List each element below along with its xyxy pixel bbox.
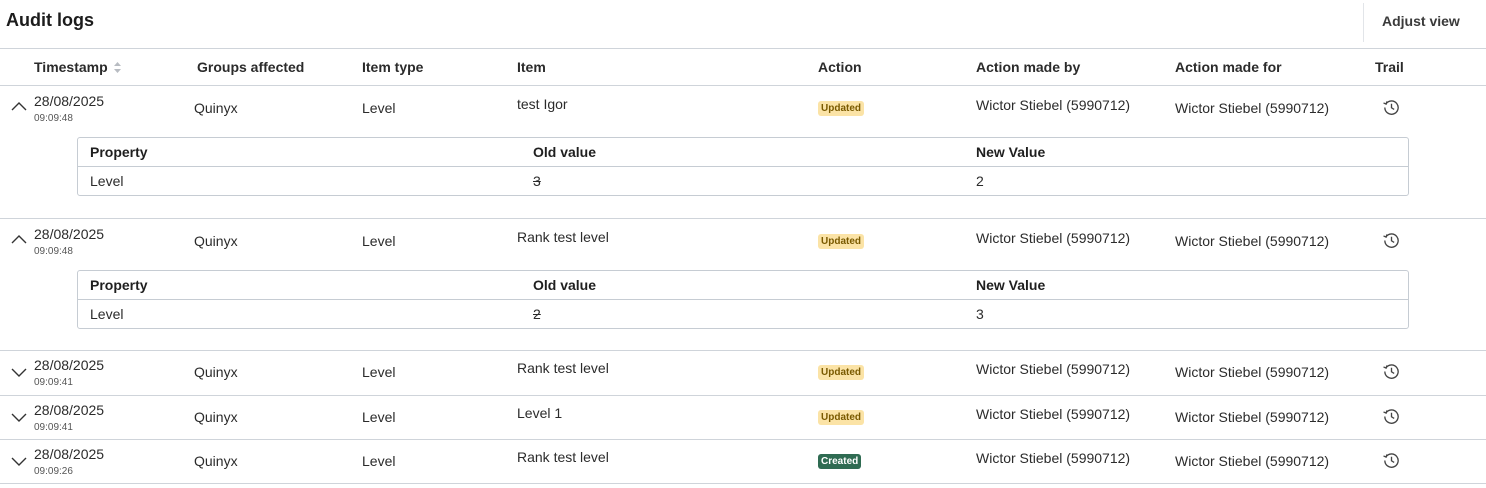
collapse-chevron-icon[interactable] bbox=[10, 98, 28, 116]
detail-column-property: Property bbox=[90, 144, 148, 160]
column-trail: Trail bbox=[1375, 59, 1404, 75]
detail-new-value: 3 bbox=[976, 306, 984, 322]
column-timestamp-label: Timestamp bbox=[34, 59, 108, 75]
sort-icon[interactable] bbox=[113, 60, 121, 76]
item-type-cell: Level bbox=[362, 233, 396, 249]
groups-affected-cell: Quinyx bbox=[194, 364, 238, 380]
timestamp-date: 28/08/2025 bbox=[34, 402, 105, 418]
collapse-chevron-icon[interactable] bbox=[10, 231, 28, 249]
change-detail-table: Property Old value New Value Level 2 3 bbox=[77, 270, 1409, 329]
detail-new-value: 2 bbox=[976, 173, 984, 189]
item-type-cell: Level bbox=[362, 364, 396, 380]
groups-affected-cell: Quinyx bbox=[194, 409, 238, 425]
timestamp-time: 09:09:48 bbox=[34, 246, 73, 257]
item-cell: test Igor bbox=[517, 96, 568, 112]
column-action: Action bbox=[818, 59, 862, 75]
page-title: Audit logs bbox=[6, 10, 94, 30]
detail-column-property: Property bbox=[90, 277, 148, 293]
action-badge: Updated bbox=[818, 234, 864, 249]
detail-column-old-value: Old value bbox=[533, 277, 597, 293]
table-row[interactable]: 28/08/2025 09:09:48 Quinyx Level test Igor Up… bbox=[0, 86, 1486, 219]
action-made-by-cell: Wictor Stiebel (5990712) bbox=[976, 361, 1131, 377]
action-made-for-cell: Wictor Stiebel (5990712) bbox=[1175, 453, 1330, 469]
groups-affected-cell: Quinyx bbox=[194, 233, 238, 249]
header-divider bbox=[1363, 3, 1364, 42]
timestamp-date: 28/08/2025 bbox=[34, 93, 105, 109]
history-icon[interactable] bbox=[1382, 98, 1401, 117]
column-item-type: Item type bbox=[362, 59, 424, 75]
item-cell: Rank test level bbox=[517, 360, 609, 376]
item-type-cell: Level bbox=[362, 453, 396, 469]
action-badge: Updated bbox=[818, 365, 864, 380]
timestamp-time: 09:09:41 bbox=[34, 377, 73, 388]
column-action-made-for: Action made for bbox=[1175, 59, 1282, 75]
action-made-by-cell: Wictor Stiebel (5990712) bbox=[976, 230, 1131, 246]
timestamp-date: 28/08/2025 bbox=[34, 446, 105, 462]
groups-affected-cell: Quinyx bbox=[194, 453, 238, 469]
change-detail-header: Property Old value New Value bbox=[78, 271, 1408, 300]
change-detail-header: Property Old value New Value bbox=[78, 138, 1408, 167]
adjust-view-button[interactable]: Adjust view bbox=[1382, 13, 1460, 29]
change-detail-table: Property Old value New Value Level 3 2 bbox=[77, 137, 1409, 196]
table-row[interactable]: 28/08/2025 09:09:41 Quinyx Level Rank test l… bbox=[0, 351, 1486, 396]
action-made-for-cell: Wictor Stiebel (5990712) bbox=[1175, 100, 1330, 116]
history-icon[interactable] bbox=[1382, 231, 1401, 250]
detail-property-value: Level bbox=[90, 306, 124, 322]
action-badge: Updated bbox=[818, 410, 864, 425]
column-timestamp[interactable]: Timestamp bbox=[34, 59, 121, 76]
column-action-made-by: Action made by bbox=[976, 59, 1081, 75]
timestamp-time: 09:09:26 bbox=[34, 466, 73, 477]
action-made-by-cell: Wictor Stiebel (5990712) bbox=[976, 97, 1131, 113]
detail-old-value: 3 bbox=[533, 173, 541, 189]
action-badge: Created bbox=[818, 454, 862, 469]
action-made-by-cell: Wictor Stiebel (5990712) bbox=[976, 406, 1131, 422]
detail-column-new-value: New Value bbox=[976, 144, 1046, 160]
expand-chevron-icon[interactable] bbox=[10, 452, 28, 470]
action-badge: Updated bbox=[818, 101, 864, 116]
column-groups-affected: Groups affected bbox=[197, 59, 305, 75]
item-cell: Rank test level bbox=[517, 449, 609, 465]
table-row[interactable]: 28/08/2025 09:09:26 Quinyx Level Rank test l… bbox=[0, 440, 1486, 484]
history-icon[interactable] bbox=[1382, 407, 1401, 426]
timestamp-time: 09:09:48 bbox=[34, 113, 73, 124]
timestamp-time: 09:09:41 bbox=[34, 422, 73, 433]
timestamp-date: 28/08/2025 bbox=[34, 357, 105, 373]
item-type-cell: Level bbox=[362, 409, 396, 425]
history-icon[interactable] bbox=[1382, 362, 1401, 381]
table-row[interactable]: 28/08/2025 09:09:48 Quinyx Level Rank test l… bbox=[0, 219, 1486, 351]
item-type-cell: Level bbox=[362, 100, 396, 116]
detail-column-new-value: New Value bbox=[976, 277, 1046, 293]
action-made-for-cell: Wictor Stiebel (5990712) bbox=[1175, 409, 1330, 425]
detail-old-value: 2 bbox=[533, 306, 541, 322]
action-made-by-cell: Wictor Stiebel (5990712) bbox=[976, 450, 1131, 466]
history-icon[interactable] bbox=[1382, 451, 1401, 470]
column-item: Item bbox=[517, 59, 546, 75]
groups-affected-cell: Quinyx bbox=[194, 100, 238, 116]
table-row[interactable]: 28/08/2025 09:09:41 Quinyx Level Level 1 Upda… bbox=[0, 396, 1486, 440]
action-made-for-cell: Wictor Stiebel (5990712) bbox=[1175, 233, 1330, 249]
item-cell: Rank test level bbox=[517, 229, 609, 245]
table-header: Timestamp Groups affected Item type Item… bbox=[0, 49, 1486, 86]
page-header: Audit logs Adjust view bbox=[0, 0, 1486, 49]
timestamp-date: 28/08/2025 bbox=[34, 226, 105, 242]
action-made-for-cell: Wictor Stiebel (5990712) bbox=[1175, 364, 1330, 380]
item-cell: Level 1 bbox=[517, 405, 563, 421]
detail-property-value: Level bbox=[90, 173, 124, 189]
detail-column-old-value: Old value bbox=[533, 144, 597, 160]
expand-chevron-icon[interactable] bbox=[10, 408, 28, 426]
expand-chevron-icon[interactable] bbox=[10, 363, 28, 381]
